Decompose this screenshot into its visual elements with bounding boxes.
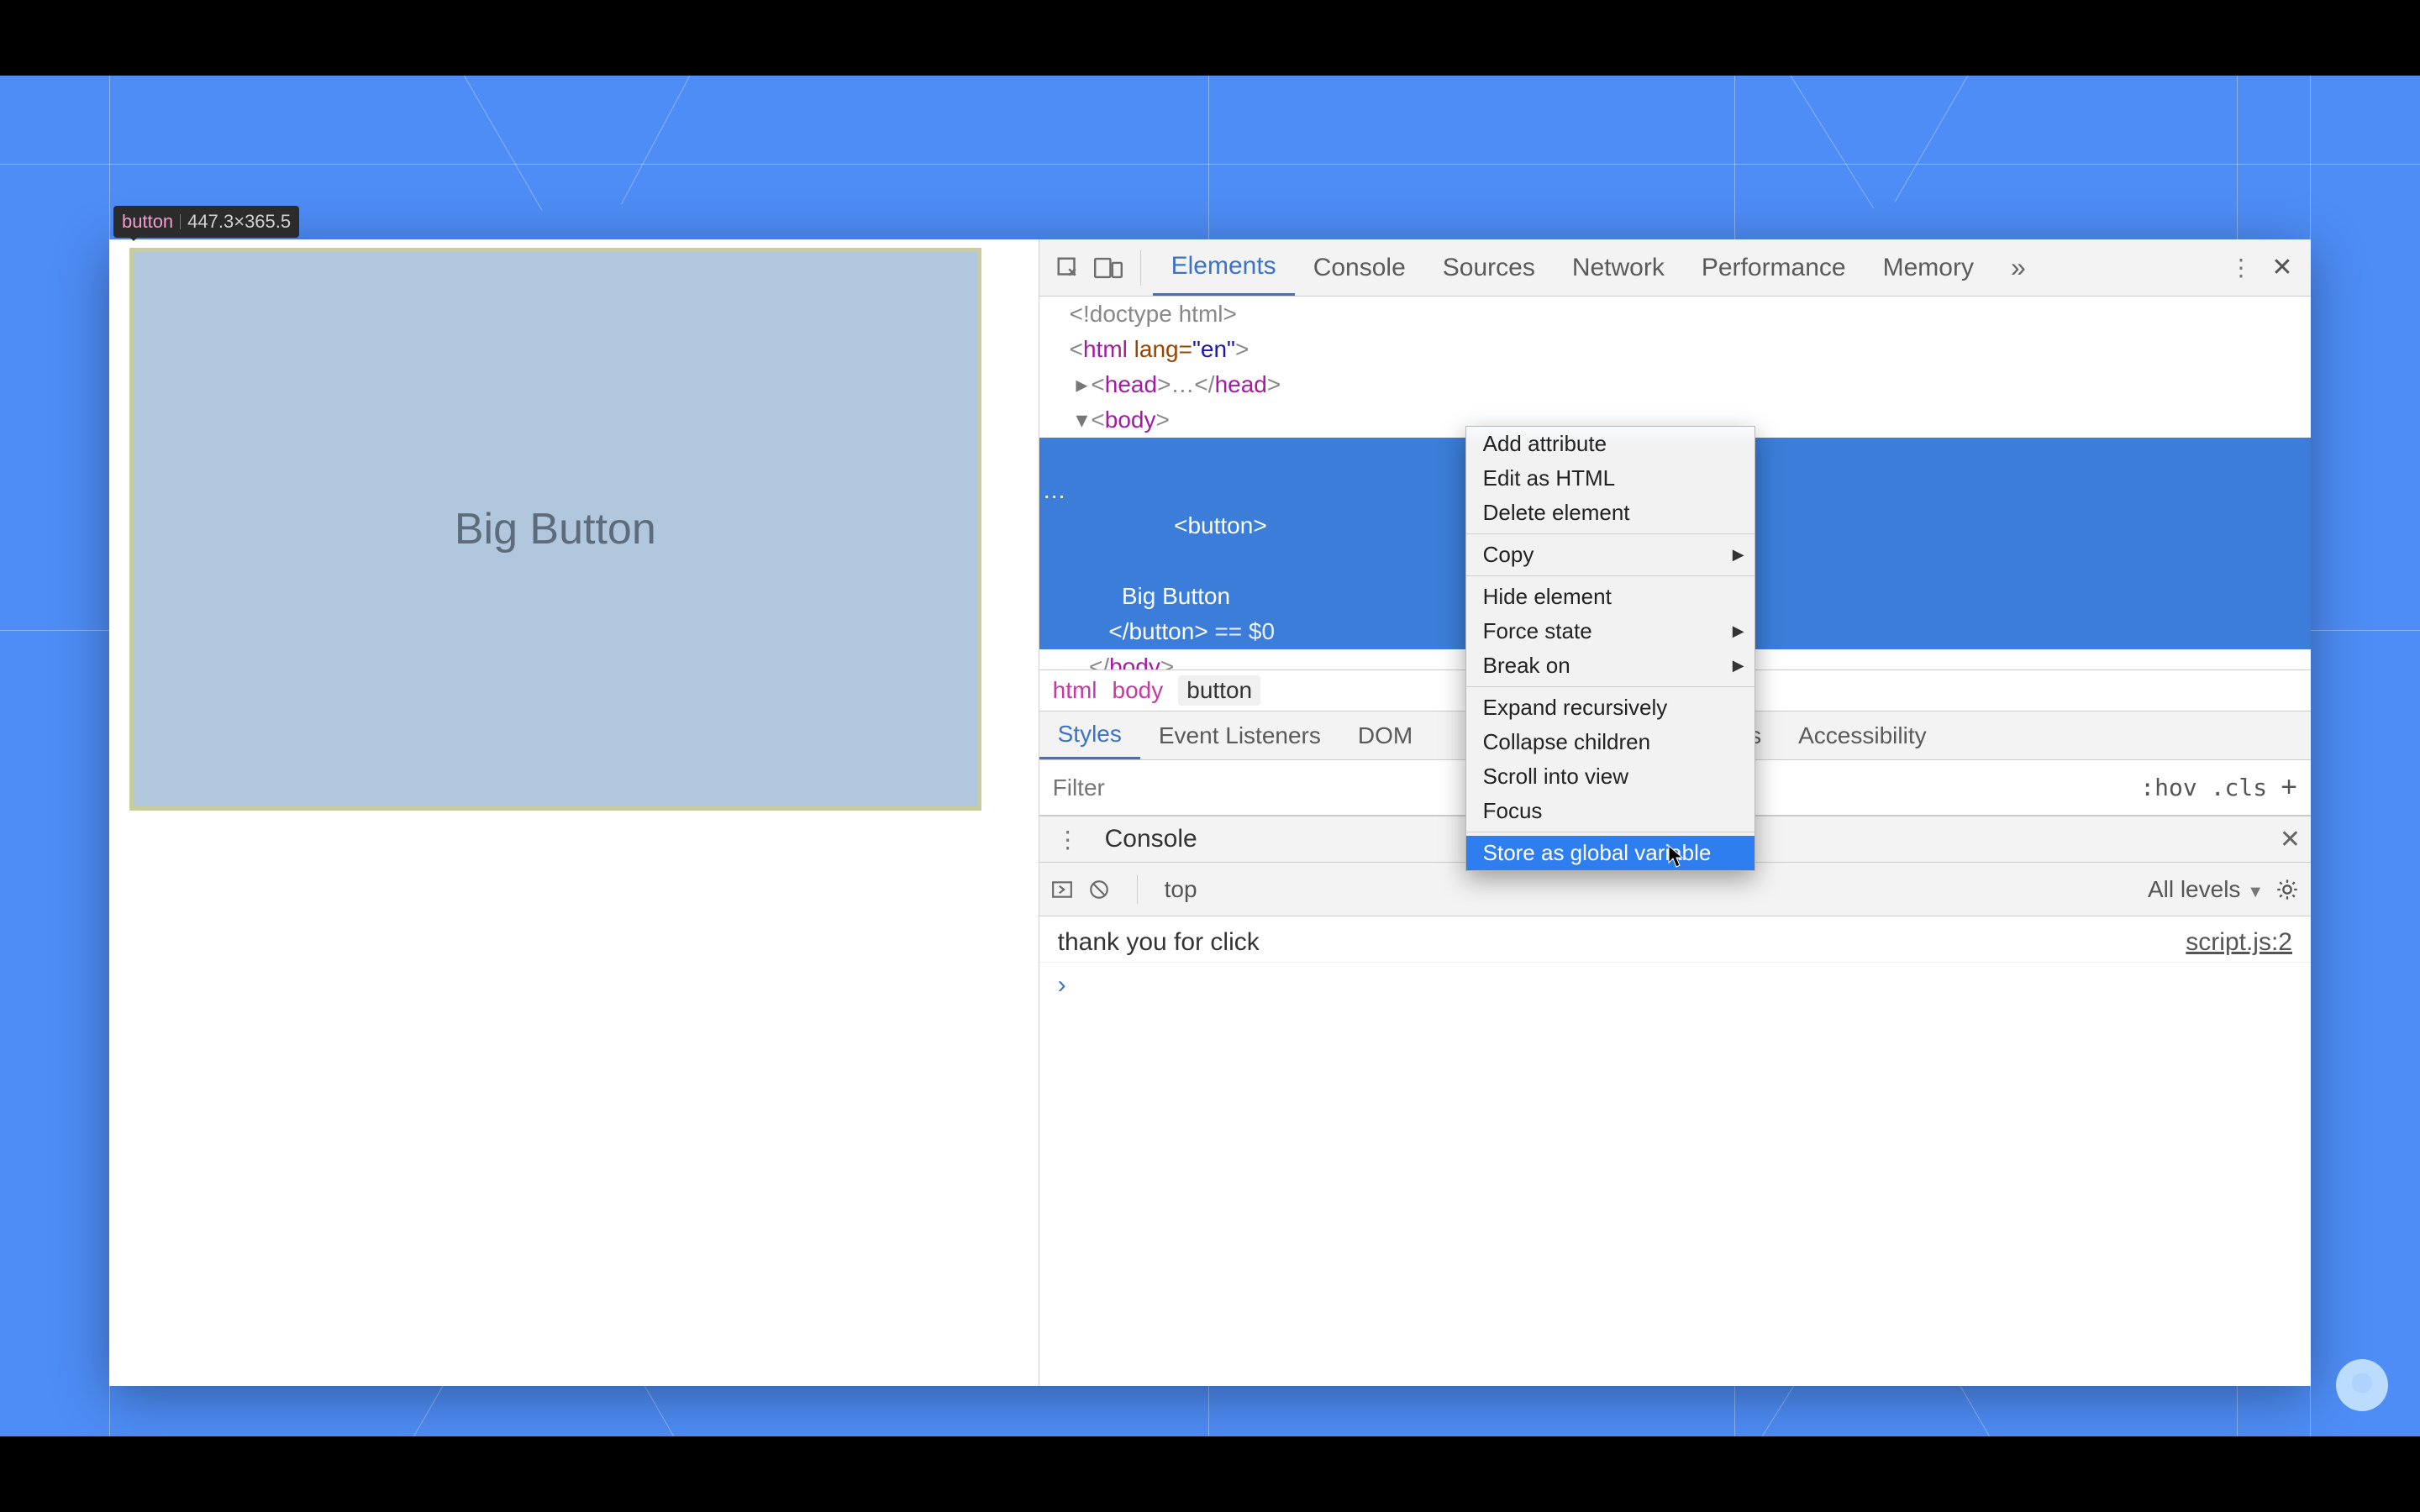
tab-sources[interactable]: Sources xyxy=(1424,239,1554,296)
context-menu-item[interactable]: Add attribute xyxy=(1466,427,1754,461)
dom-selected-text: Big Button xyxy=(1122,583,1230,609)
subtab-accessibility[interactable]: Accessibility xyxy=(1780,711,1944,759)
context-menu-item[interactable]: Store as global variable xyxy=(1466,836,1754,870)
context-menu-separator xyxy=(1466,575,1754,576)
context-menu-item[interactable]: Break on xyxy=(1466,648,1754,683)
expand-body-icon[interactable]: ▾ xyxy=(1076,402,1091,438)
page-viewport: button 447.3×365.5 Big Button xyxy=(109,239,1039,1386)
tab-network[interactable]: Network xyxy=(1554,239,1683,296)
devtools-toolbar: Elements Console Sources Network Perform… xyxy=(1039,239,2311,297)
tab-performance[interactable]: Performance xyxy=(1683,239,1865,296)
tab-elements[interactable]: Elements xyxy=(1153,239,1295,296)
context-menu-item[interactable]: Collapse children xyxy=(1466,725,1754,759)
device-toggle-icon[interactable] xyxy=(1088,248,1128,288)
context-menu-item[interactable]: Copy xyxy=(1466,538,1754,572)
context-menu-item[interactable]: Edit as HTML xyxy=(1466,461,1754,496)
chevron-down-icon: ▼ xyxy=(2247,883,2264,901)
subtab-event-listeners[interactable]: Event Listeners xyxy=(1140,711,1339,759)
tab-memory[interactable]: Memory xyxy=(1865,239,1992,296)
context-menu-item[interactable]: Focus xyxy=(1466,794,1754,828)
context-menu-separator xyxy=(1466,533,1754,534)
devtools-menu-icon[interactable]: ⋮ xyxy=(2222,248,2262,288)
breadcrumb-html[interactable]: html xyxy=(1053,677,1097,704)
context-menu-item[interactable]: Delete element xyxy=(1466,496,1754,530)
chrome-logo-icon xyxy=(2336,1359,2388,1411)
dom-dollar-zero: == $0 xyxy=(1208,618,1275,644)
console-settings-icon[interactable] xyxy=(2275,878,2299,901)
letterbox-bottom xyxy=(0,1436,2420,1512)
dom-gutter-ellipsis: … xyxy=(1039,473,1070,508)
console-sidebar-toggle-icon[interactable] xyxy=(1051,879,1073,900)
console-message: thank you for click xyxy=(1058,928,2186,957)
cls-toggle[interactable]: .cls xyxy=(2211,774,2267,801)
inspector-tooltip: button 447.3×365.5 xyxy=(113,206,299,238)
console-source-link[interactable]: script.js:2 xyxy=(2186,928,2292,957)
drawer-kebab-icon[interactable]: ⋮ xyxy=(1050,826,1088,853)
context-menu-item[interactable]: Hide element xyxy=(1466,580,1754,614)
breadcrumb-body[interactable]: body xyxy=(1113,677,1164,704)
console-log-row: thank you for click script.js:2 xyxy=(1039,923,2311,963)
drawer-close-icon[interactable]: ✕ xyxy=(2280,825,2301,854)
element-context-menu[interactable]: Add attributeEdit as HTMLDelete element C… xyxy=(1465,426,1755,871)
context-menu-separator xyxy=(1466,686,1754,687)
inspect-element-icon[interactable] xyxy=(1048,248,1088,288)
inspector-tooltip-tag: button xyxy=(122,211,173,233)
console-clear-icon[interactable] xyxy=(1088,879,1110,900)
console-prompt[interactable]: › xyxy=(1039,963,2311,1008)
context-menu-item[interactable]: Expand recursively xyxy=(1466,690,1754,725)
devtools-close-icon[interactable]: ✕ xyxy=(2262,248,2302,288)
context-menu-item[interactable]: Force state xyxy=(1466,614,1754,648)
breadcrumb-button[interactable]: button xyxy=(1178,675,1260,706)
browser-window: button 447.3×365.5 Big Button Elements xyxy=(109,239,2311,1386)
drawer-title: Console xyxy=(1098,825,1204,853)
context-menu-item[interactable]: Scroll into view xyxy=(1466,759,1754,794)
devtools-panel: Elements Console Sources Network Perform… xyxy=(1039,239,2311,1386)
subtab-dom-breakpoints-partial[interactable]: DOM xyxy=(1339,711,1431,759)
new-style-rule-icon[interactable]: + xyxy=(2281,771,2297,804)
expand-head-icon[interactable]: ▸ xyxy=(1076,367,1091,402)
dom-doctype: <!doctype html> xyxy=(1070,301,1237,327)
inspector-tooltip-dims: 447.3×365.5 xyxy=(187,211,291,233)
console-levels-selector[interactable]: All levels ▼ xyxy=(2148,876,2264,903)
tab-console[interactable]: Console xyxy=(1295,239,1424,296)
letterbox-top xyxy=(0,0,2420,76)
console-context-selector[interactable]: top xyxy=(1165,876,1197,903)
big-button[interactable]: Big Button xyxy=(129,248,981,811)
console-output[interactable]: thank you for click script.js:2 › xyxy=(1039,916,2311,1386)
tabs-overflow-icon[interactable]: » xyxy=(1992,239,2044,296)
hov-toggle[interactable]: :hov xyxy=(2140,774,2196,801)
subtab-styles[interactable]: Styles xyxy=(1039,711,1140,759)
presentation-background: button 447.3×365.5 Big Button Elements xyxy=(0,76,2420,1436)
